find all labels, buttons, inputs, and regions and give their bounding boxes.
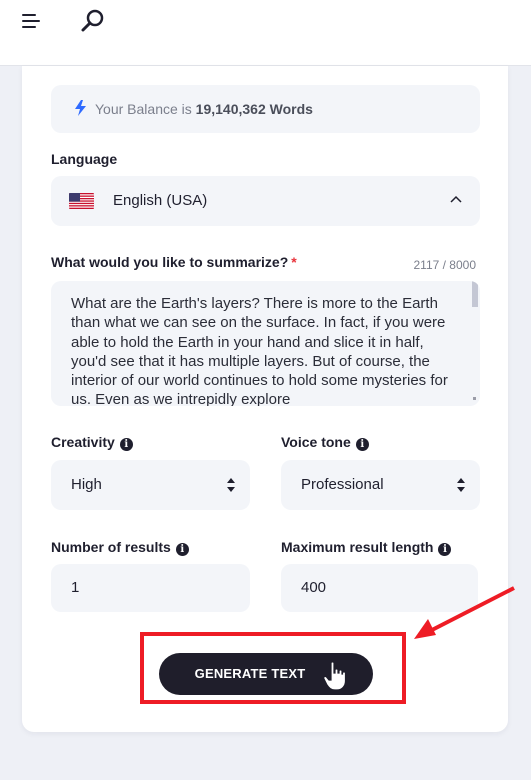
balance-amount: 19,140,362 Words: [195, 101, 313, 117]
summarize-label: What would you like to summarize? *: [51, 254, 297, 270]
search-icon[interactable]: [80, 8, 106, 34]
textarea-scrollbar[interactable]: [472, 281, 478, 406]
max-result-length-label: Maximum result length i: [281, 539, 452, 556]
us-flag-icon: [69, 193, 94, 209]
creativity-value: High: [71, 476, 102, 493]
scrollbar-thumb[interactable]: [472, 281, 478, 307]
chevron-up-icon: [450, 195, 462, 203]
max-result-length-value: 400: [301, 579, 327, 596]
voice-tone-select[interactable]: Professional: [281, 460, 480, 510]
summarize-textarea[interactable]: What are the Earth's layers? There is mo…: [51, 281, 480, 406]
language-label: Language: [51, 151, 118, 167]
creativity-select[interactable]: High: [51, 460, 250, 510]
number-of-results-label: Number of results i: [51, 539, 189, 556]
language-select[interactable]: English (USA): [51, 176, 480, 226]
info-icon[interactable]: i: [438, 543, 452, 556]
hamburger-menu-icon[interactable]: [20, 12, 42, 32]
balance-banner: Your Balance is 19,140,362 Words: [51, 85, 480, 133]
sort-arrows-icon: [227, 478, 235, 492]
red-arrow-annotation-icon: [414, 586, 515, 639]
number-of-results-input[interactable]: 1: [51, 564, 250, 612]
lightning-bolt-icon: [75, 100, 86, 116]
voice-tone-label: Voice tone i: [281, 434, 369, 451]
character-counter: 2117 / 8000: [413, 258, 476, 272]
generate-text-button[interactable]: GENERATE TEXT: [159, 653, 373, 695]
info-icon[interactable]: i: [119, 438, 133, 451]
hand-pointer-cursor-icon: [323, 661, 347, 691]
top-bar: [0, 0, 531, 66]
number-of-results-value: 1: [71, 579, 80, 596]
creativity-label: Creativity i: [51, 434, 133, 451]
scroll-down-arrow-icon[interactable]: [473, 397, 476, 400]
language-selected-value: English (USA): [113, 192, 208, 209]
info-icon[interactable]: i: [355, 438, 369, 451]
info-icon[interactable]: i: [175, 543, 189, 556]
sort-arrows-icon: [457, 478, 465, 492]
balance-text: Your Balance is 19,140,362 Words: [95, 101, 313, 117]
required-asterisk: *: [291, 254, 297, 270]
summarize-text: What are the Earth's layers? There is mo…: [71, 295, 448, 406]
voice-tone-value: Professional: [301, 476, 384, 493]
